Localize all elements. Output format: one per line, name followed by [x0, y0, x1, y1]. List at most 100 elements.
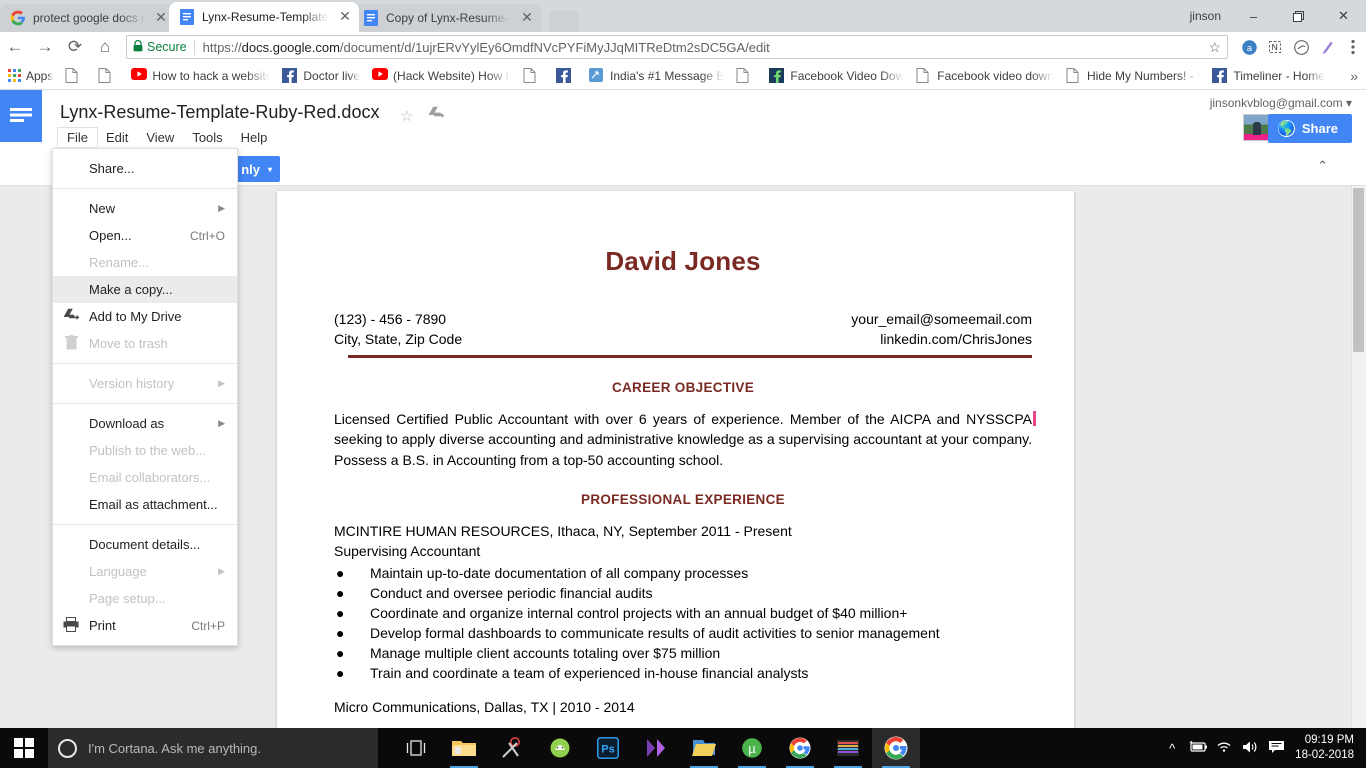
- close-window-button[interactable]: ✕: [1321, 0, 1366, 32]
- menu-item-add-to-my-drive[interactable]: Add to My Drive: [53, 303, 237, 330]
- docs-menu-icon[interactable]: [0, 90, 42, 142]
- address-bar[interactable]: Secure https://docs.google.com/document/…: [126, 35, 1228, 59]
- browser-tab[interactable]: protect google docs not ✕: [0, 4, 175, 32]
- bullet-icon: ●: [336, 585, 345, 601]
- window-controls: jinson – ✕: [1190, 0, 1366, 32]
- shazam-icon[interactable]: [1288, 34, 1314, 60]
- share-button[interactable]: 🌎 Share: [1267, 114, 1352, 143]
- pen-icon[interactable]: [1314, 34, 1340, 60]
- objective-text: Licensed Certified Public Accountant wit…: [334, 410, 1032, 468]
- task-view-icon[interactable]: [392, 728, 440, 768]
- bookmark-item[interactable]: Timeliner - Home: [1212, 67, 1325, 84]
- browser-tab-active[interactable]: Lynx-Resume-Template-R ✕: [169, 2, 359, 32]
- menu-item-print[interactable]: Print Ctrl+P: [53, 612, 237, 639]
- minimize-button[interactable]: –: [1231, 0, 1276, 32]
- utorrent-icon[interactable]: µ: [728, 728, 776, 768]
- bookmark-item[interactable]: [98, 67, 119, 84]
- cortana-ring-icon: [58, 738, 77, 758]
- reload-icon[interactable]: ⟳: [60, 33, 90, 61]
- bullet-text: Conduct and oversee periodic financial a…: [370, 585, 653, 601]
- collapse-toolbar-icon[interactable]: ⌃: [1317, 158, 1328, 174]
- browser-tab[interactable]: Copy of Lynx-Resume-Te ✕: [353, 4, 541, 32]
- menu-item-make-a-copy[interactable]: Make a copy...: [53, 276, 237, 303]
- file-explorer-icon[interactable]: [440, 728, 488, 768]
- menu-view[interactable]: View: [137, 128, 183, 147]
- movie-maker-icon[interactable]: [632, 728, 680, 768]
- taskbar-clock[interactable]: 09:19 PM 18-02-2018: [1289, 733, 1366, 763]
- bookmark-item[interactable]: How to hack a website: [131, 67, 270, 84]
- chrome-active-icon[interactable]: [872, 728, 920, 768]
- bookmark-item[interactable]: Doctor live: [282, 67, 360, 84]
- forward-icon[interactable]: →: [30, 33, 60, 61]
- menu-item-label: Download as: [89, 416, 165, 431]
- menu-file[interactable]: File: [58, 127, 97, 147]
- document-title[interactable]: Lynx-Resume-Template-Ruby-Red.docx: [60, 102, 379, 123]
- menu-help[interactable]: Help: [232, 128, 277, 147]
- menu-item-open[interactable]: Open... Ctrl+O: [53, 222, 237, 249]
- notes-icon[interactable]: N: [1262, 34, 1288, 60]
- list-item: ● Conduct and oversee periodic financial …: [334, 583, 1032, 603]
- chrome-menu-icon[interactable]: [1340, 34, 1366, 60]
- menu-item-label: Email collaborators...: [89, 470, 211, 485]
- menu-item-share[interactable]: Share...: [53, 155, 237, 182]
- volume-icon[interactable]: [1237, 740, 1263, 757]
- show-hidden-icons[interactable]: ^: [1159, 741, 1185, 756]
- bookmark-item[interactable]: Hide My Numbers! - I: [1066, 67, 1200, 84]
- photoshop-icon[interactable]: Ps: [584, 728, 632, 768]
- account-email[interactable]: jinsonkvblog@gmail.com ▾: [1210, 96, 1352, 110]
- bookmark-item[interactable]: Facebook video down: [916, 67, 1054, 84]
- menu-item-new[interactable]: New ▶: [53, 195, 237, 222]
- bookmark-item[interactable]: [736, 67, 757, 84]
- contact-address: City, State, Zip Code: [334, 331, 463, 347]
- menu-item-download-as[interactable]: Download as ▶: [53, 410, 237, 437]
- wifi-icon[interactable]: [1211, 740, 1237, 756]
- scrollbar-thumb[interactable]: [1353, 188, 1364, 352]
- bookmark-item[interactable]: (Hack Website) How to: [372, 67, 511, 84]
- clock-date: 18-02-2018: [1295, 749, 1354, 761]
- maximize-button[interactable]: [1276, 0, 1321, 32]
- bookmark-item[interactable]: India's #1 Message B: [589, 67, 724, 84]
- vertical-scrollbar[interactable]: [1351, 186, 1366, 728]
- menu-tools[interactable]: Tools: [183, 128, 231, 147]
- action-center-icon[interactable]: [1263, 740, 1289, 757]
- menu-item-document-details[interactable]: Document details...: [53, 531, 237, 558]
- facebook-icon: [282, 67, 298, 84]
- job-company: Micro Communications, Dallas, TX | 2010 …: [334, 699, 635, 715]
- new-tab-button[interactable]: [549, 10, 579, 32]
- folder-icon[interactable]: [680, 728, 728, 768]
- bookmark-item[interactable]: [523, 67, 544, 84]
- svg-text:a: a: [1246, 42, 1252, 52]
- android-studio-icon[interactable]: [536, 728, 584, 768]
- adblock-icon[interactable]: a: [1236, 34, 1262, 60]
- bookmarks-overflow-icon[interactable]: »: [1350, 68, 1358, 84]
- view-mode-label: nly: [241, 161, 260, 177]
- submenu-arrow-icon: ▶: [218, 418, 225, 428]
- bookmark-item[interactable]: [556, 67, 577, 84]
- close-icon[interactable]: ✕: [519, 10, 535, 26]
- bookmark-item[interactable]: Facebook Video Dow: [769, 67, 904, 84]
- menu-item-email-as-attachment[interactable]: Email as attachment...: [53, 491, 237, 518]
- winrar-icon[interactable]: [824, 728, 872, 768]
- close-icon[interactable]: ✕: [337, 9, 353, 25]
- snipping-tool-icon[interactable]: [488, 728, 536, 768]
- star-icon[interactable]: ☆: [1200, 39, 1221, 56]
- back-icon[interactable]: ←: [0, 33, 30, 61]
- menu-edit[interactable]: Edit: [97, 128, 137, 147]
- close-icon[interactable]: ✕: [153, 10, 169, 26]
- url-text: https://docs.google.com/document/d/1ujrE…: [203, 40, 770, 55]
- list-item: ● Manage multiple client accounts totalin…: [334, 643, 1032, 663]
- battery-icon[interactable]: [1185, 740, 1211, 756]
- cortana-search-input[interactable]: I'm Cortana. Ask me anything.: [48, 728, 378, 768]
- document-page[interactable]: David Jones (123) - 456 - 7890 City, Sta…: [277, 191, 1074, 751]
- apps-shortcut[interactable]: Apps: [8, 69, 53, 83]
- menu-item-shortcut: Ctrl+O: [189, 228, 225, 243]
- avatar[interactable]: [1243, 114, 1270, 141]
- bullet-icon: ●: [336, 625, 345, 641]
- file-menu-dropdown[interactable]: Share... New ▶ Open... Ctrl+O Rename... …: [52, 148, 238, 646]
- bookmark-item[interactable]: [65, 67, 86, 84]
- home-icon[interactable]: ⌂: [90, 33, 120, 61]
- star-outline-icon[interactable]: ☆: [400, 107, 413, 125]
- drive-move-icon[interactable]: [428, 106, 445, 125]
- chrome-icon[interactable]: [776, 728, 824, 768]
- windows-start-icon[interactable]: [0, 728, 48, 768]
